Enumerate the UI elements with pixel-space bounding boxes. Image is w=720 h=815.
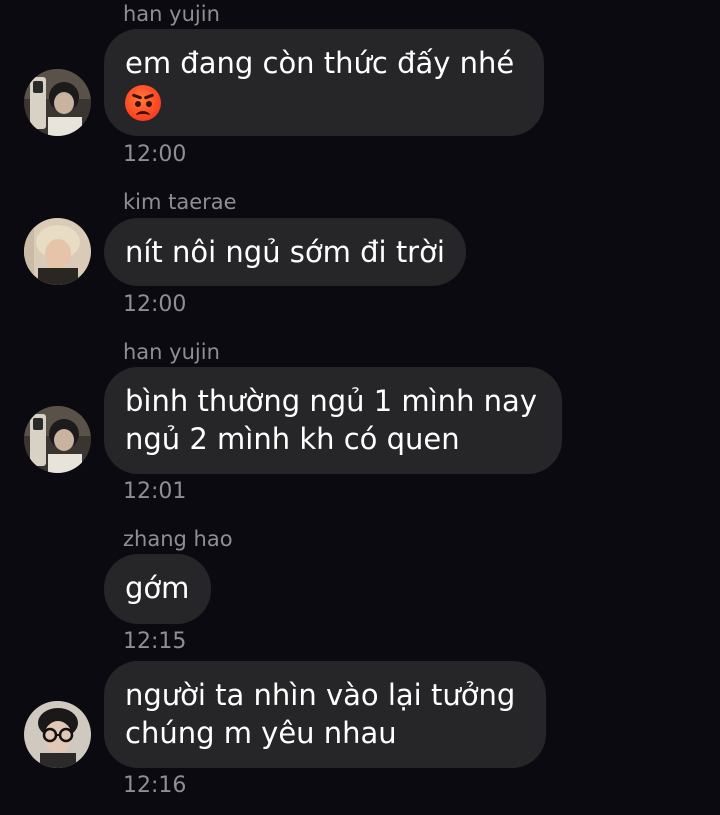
avatar[interactable] <box>24 701 91 768</box>
message-text: gớm <box>125 571 190 605</box>
sender-name: han yujin <box>123 2 220 26</box>
angry-face-icon <box>125 85 161 121</box>
sender-name: kim taerae <box>123 190 237 214</box>
avatar[interactable] <box>24 406 91 473</box>
message-timestamp: 12:00 <box>123 292 187 317</box>
message-timestamp: 12:15 <box>123 629 187 654</box>
message-timestamp: 12:16 <box>123 773 187 798</box>
message-timestamp: 12:00 <box>123 142 187 167</box>
sender-name: zhang hao <box>123 527 233 551</box>
chat-thread: han yujin em đang còn thức đấy nhé 12:00… <box>0 0 720 815</box>
message-timestamp: 12:01 <box>123 479 187 504</box>
message-bubble[interactable]: bình thường ngủ 1 mình nay ngủ 2 mình kh… <box>104 367 562 474</box>
message-text: nít nôi ngủ sớm đi trời <box>125 235 445 269</box>
message-bubble[interactable]: em đang còn thức đấy nhé <box>104 29 544 136</box>
sender-name: han yujin <box>123 340 220 364</box>
message-bubble[interactable]: người ta nhìn vào lại tưởng chúng m yêu … <box>104 661 546 768</box>
message-bubble[interactable]: nít nôi ngủ sớm đi trời <box>104 218 466 286</box>
avatar[interactable] <box>24 69 91 136</box>
message-text: người ta nhìn vào lại tưởng chúng m yêu … <box>125 678 516 750</box>
avatar[interactable] <box>24 218 91 285</box>
message-text: bình thường ngủ 1 mình nay ngủ 2 mình kh… <box>125 384 537 456</box>
message-bubble[interactable]: gớm <box>104 554 211 624</box>
message-text: em đang còn thức đấy nhé <box>125 46 515 80</box>
